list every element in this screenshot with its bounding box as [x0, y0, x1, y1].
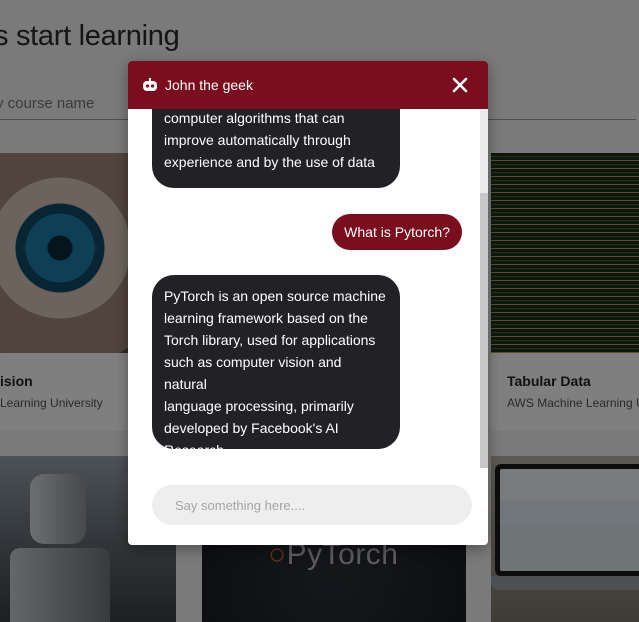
- chat-message-list: computer algorithms that can improve aut…: [128, 109, 488, 481]
- message-line: learning framework based on the: [164, 310, 368, 326]
- bot-message: PyTorch is an open source machine learni…: [152, 275, 400, 480]
- message-line: such as computer vision and natural: [164, 354, 342, 392]
- message-line: Torch library, used for applications: [164, 332, 376, 348]
- message-line: computer algorithms that can: [164, 110, 345, 126]
- user-message: What is Pytorch?: [332, 214, 462, 250]
- close-icon[interactable]: [448, 73, 472, 97]
- chat-title: John the geek: [165, 77, 253, 93]
- chat-message-input[interactable]: [152, 485, 472, 525]
- message-line: lab.: [164, 464, 187, 480]
- message-line: experience and by the use of data: [164, 154, 375, 170]
- chat-header: John the geek: [128, 61, 488, 109]
- chat-modal: John the geek computer algorithms that c…: [128, 61, 488, 545]
- message-line: improve automatically through: [164, 132, 351, 148]
- chat-scrollbar-thumb[interactable]: [480, 193, 488, 468]
- message-line: PyTorch is an open source machine: [164, 288, 386, 304]
- message-line: developed by Facebook's AI Research: [164, 420, 339, 458]
- chat-input-container: [152, 485, 472, 525]
- robot-icon: [143, 78, 157, 91]
- message-line: language processing, primarily: [164, 398, 354, 414]
- chat-scrollbar[interactable]: [480, 109, 488, 468]
- bot-message: computer algorithms that can improve aut…: [152, 109, 400, 188]
